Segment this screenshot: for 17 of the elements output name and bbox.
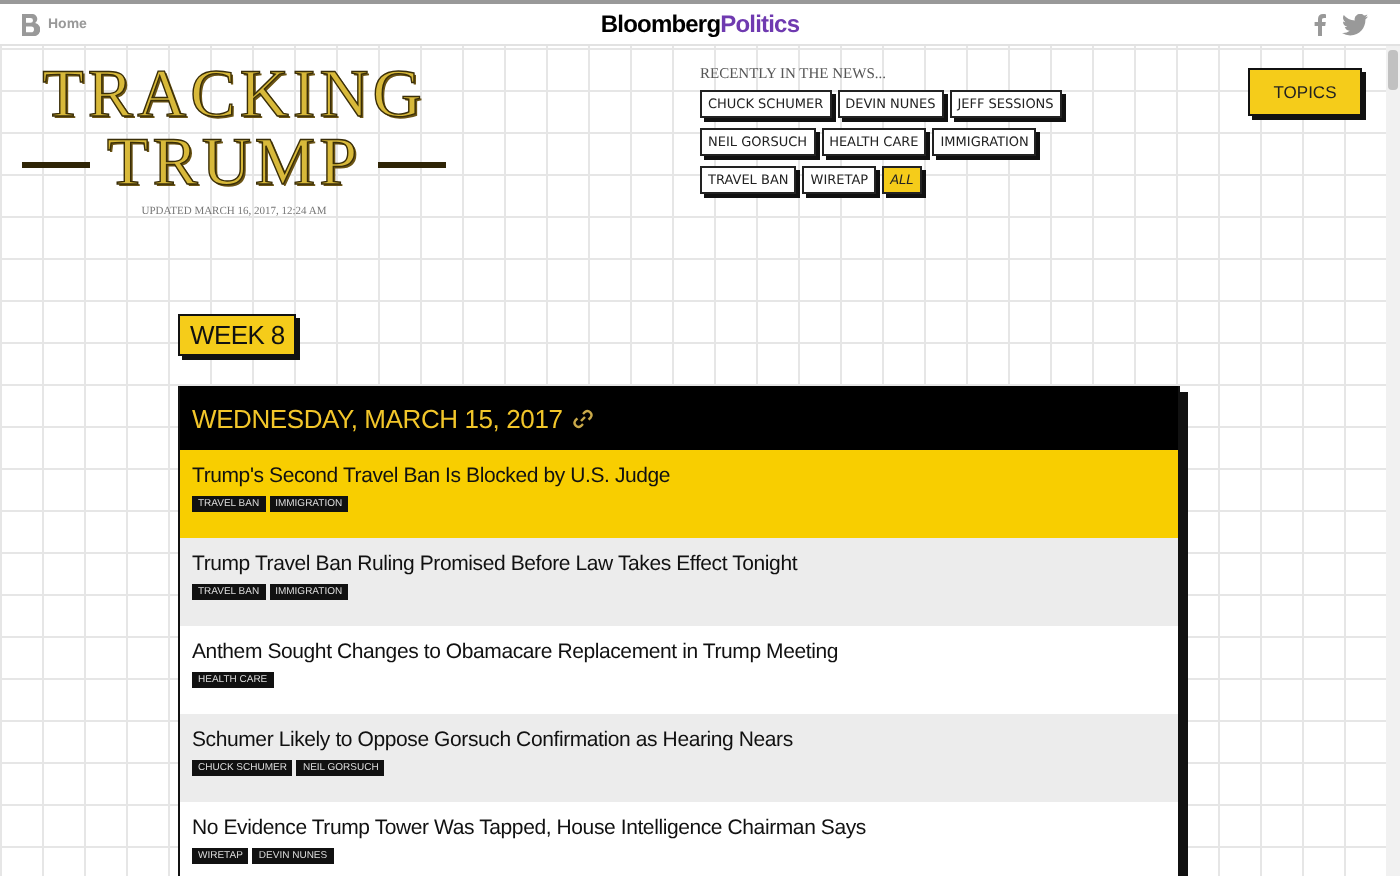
- site-logo[interactable]: BloombergPolitics: [600, 10, 800, 38]
- link-icon[interactable]: [572, 407, 595, 429]
- week-label: WEEK 8: [178, 314, 297, 356]
- article-title[interactable]: Anthem Sought Changes to Obamacare Replacement in Trump Meeting: [192, 640, 1166, 664]
- twitter-icon[interactable]: [1342, 13, 1368, 35]
- logo-title: TRUMP: [106, 130, 362, 198]
- article-title[interactable]: No Evidence Trump Tower Was Tapped, House Intelligence Chairman Says: [192, 816, 1166, 840]
- article-title[interactable]: Schumer Likely to Oppose Gorsuch Confirmation as Hearing Nears: [192, 728, 1166, 752]
- topics-button[interactable]: TOPICS: [1248, 68, 1362, 116]
- bloomberg-b-icon: [20, 13, 40, 35]
- article-title[interactable]: Trump's Second Travel Ban Is Blocked by U.S. Judge: [192, 464, 1166, 488]
- scrollbar[interactable]: [1386, 46, 1400, 876]
- scrollbar-thumb[interactable]: [1388, 50, 1398, 90]
- day-date: WEDNESDAY, MARCH 15, 2017: [192, 403, 563, 433]
- article-title[interactable]: Trump Travel Ban Ruling Promised Before Law Takes Effect Tonight: [192, 552, 1166, 576]
- logo-title: TRACKING: [42, 62, 426, 130]
- facebook-icon[interactable]: [1314, 13, 1326, 35]
